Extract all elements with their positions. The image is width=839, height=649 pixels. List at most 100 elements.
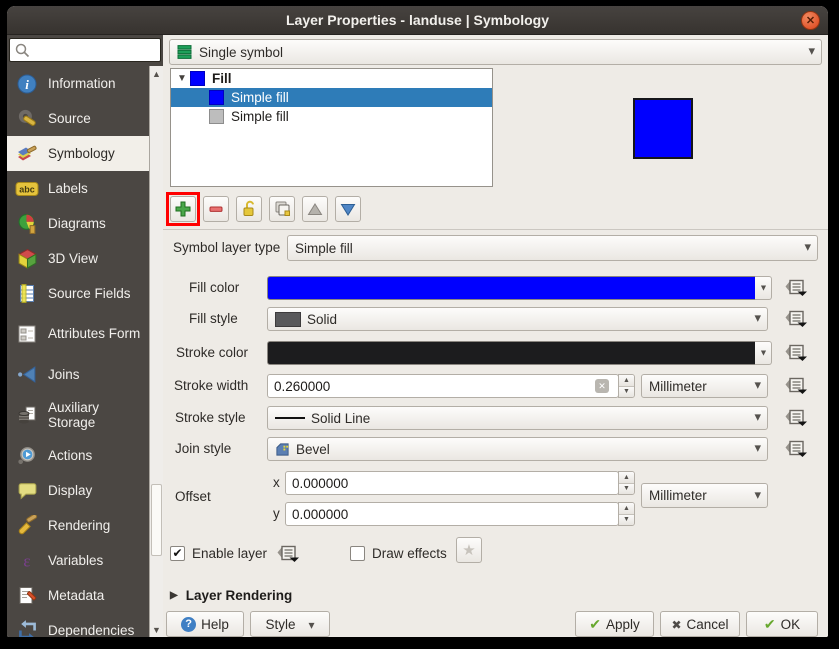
tree-row-simple-fill-2[interactable]: Simple fill — [171, 107, 492, 126]
sidebar: i Information Source Symbology abc Label… — [7, 35, 163, 637]
join-style-combo[interactable]: Bevel — [267, 437, 768, 461]
plus-icon — [174, 200, 192, 218]
sidebar-item-joins[interactable]: Joins — [7, 357, 149, 392]
stroke-width-spinner[interactable] — [618, 374, 635, 398]
help-button[interactable]: Help — [166, 611, 244, 637]
offset-x-label: x — [273, 471, 280, 495]
sidebar-item-auxiliary-storage[interactable]: Auxiliary Storage — [7, 392, 149, 438]
symbol-preview — [633, 98, 693, 159]
collapse-icon[interactable] — [174, 73, 190, 84]
scroll-up-icon[interactable] — [150, 67, 163, 80]
offset-y-spinner[interactable] — [618, 502, 635, 526]
ok-check-icon — [764, 616, 776, 633]
data-defined-override-button[interactable] — [783, 407, 808, 428]
sidebar-item-source-fields[interactable]: Source Fields — [7, 276, 149, 311]
sidebar-item-diagrams[interactable]: Diagrams — [7, 206, 149, 241]
information-icon: i — [15, 73, 39, 95]
layer-properties-dialog: Layer Properties - landuse | Symbology i… — [7, 6, 828, 637]
sidebar-item-labels[interactable]: abc Labels — [7, 171, 149, 206]
tree-row-simple-fill-1[interactable]: Simple fill — [171, 88, 492, 107]
offset-y-input[interactable] — [285, 502, 619, 526]
auxiliary-storage-icon — [15, 404, 39, 426]
enable-layer-label: Enable layer — [192, 542, 267, 566]
sidebar-item-attributes-form[interactable]: Attributes Form — [7, 311, 149, 357]
offset-label: Offset — [175, 485, 211, 509]
stroke-width-input[interactable] — [267, 374, 619, 398]
stroke-width-unit-combo[interactable]: Millimeter — [641, 374, 768, 398]
fill-color-label: Fill color — [189, 276, 239, 300]
fill-color-dropdown[interactable] — [755, 276, 772, 300]
offset-unit-combo[interactable]: Millimeter — [641, 483, 768, 508]
sidebar-scrollbar[interactable] — [149, 66, 163, 637]
stroke-color-button[interactable] — [267, 341, 756, 365]
fill-color-button[interactable] — [267, 276, 756, 300]
offset-x-input[interactable] — [285, 471, 619, 495]
down-arrow-icon — [339, 200, 357, 218]
duplicate-symbol-layer-button[interactable] — [269, 196, 295, 222]
add-symbol-layer-button[interactable] — [170, 196, 196, 222]
sidebar-item-variables[interactable]: ε Variables — [7, 543, 149, 578]
cancel-x-icon — [671, 617, 681, 632]
enable-layer-checkbox[interactable] — [170, 546, 185, 561]
cancel-button[interactable]: Cancel — [660, 611, 740, 637]
diagrams-icon — [15, 213, 39, 235]
sidebar-item-information[interactable]: i Information — [7, 66, 149, 101]
tree-row-fill[interactable]: Fill — [171, 69, 492, 88]
scroll-thumb[interactable] — [151, 484, 162, 556]
remove-symbol-layer-button[interactable] — [203, 196, 229, 222]
move-layer-up-button[interactable] — [302, 196, 328, 222]
open-lock-icon — [240, 200, 258, 218]
sidebar-item-actions[interactable]: Actions — [7, 438, 149, 473]
draw-effects-checkbox[interactable] — [350, 546, 365, 561]
symbol-swatch — [209, 90, 224, 105]
move-layer-down-button[interactable] — [335, 196, 361, 222]
symbol-swatch — [190, 71, 205, 86]
sidebar-list: i Information Source Symbology abc Label… — [7, 66, 149, 637]
sidebar-item-dependencies[interactable]: Dependencies — [7, 613, 149, 637]
lock-color-button[interactable] — [236, 196, 262, 222]
svg-text:ε: ε — [23, 552, 30, 571]
symbol-swatch — [209, 109, 224, 124]
search-input[interactable] — [9, 38, 161, 62]
apply-button[interactable]: Apply — [575, 611, 654, 637]
sidebar-item-source[interactable]: Source — [7, 101, 149, 136]
offset-x-spinner[interactable] — [618, 471, 635, 495]
stroke-style-label: Stroke style — [175, 406, 246, 430]
scroll-down-icon[interactable] — [150, 623, 163, 636]
metadata-icon — [15, 585, 39, 607]
sidebar-item-symbology[interactable]: Symbology — [7, 136, 149, 171]
titlebar: Layer Properties - landuse | Symbology — [7, 6, 828, 35]
sidebar-item-3d-view[interactable]: 3D View — [7, 241, 149, 276]
window-title: Layer Properties - landuse | Symbology — [286, 12, 549, 28]
layer-rendering-section[interactable]: Layer Rendering — [170, 588, 292, 603]
data-defined-override-button[interactable] — [783, 308, 808, 329]
close-button[interactable] — [801, 11, 820, 30]
data-defined-override-button[interactable] — [783, 375, 808, 396]
data-defined-override-button[interactable] — [275, 543, 300, 564]
sidebar-item-rendering[interactable]: Rendering — [7, 508, 149, 543]
duplicate-icon — [273, 200, 291, 218]
fill-style-swatch — [275, 312, 301, 327]
sidebar-item-display[interactable]: Display — [7, 473, 149, 508]
renderer-combo[interactable]: Single symbol — [169, 39, 822, 65]
ok-button[interactable]: OK — [746, 611, 818, 637]
search-icon — [14, 42, 30, 58]
help-icon — [181, 617, 196, 632]
data-defined-override-button[interactable] — [783, 438, 808, 459]
symbology-panel: Single symbol Fill Simple fill Simple fi… — [163, 35, 828, 637]
display-icon — [15, 480, 39, 502]
data-defined-override-button[interactable] — [783, 342, 808, 363]
stroke-style-combo[interactable]: Solid Line — [267, 406, 768, 430]
clear-icon[interactable] — [595, 379, 609, 393]
joins-icon — [15, 364, 39, 386]
customize-effects-button[interactable] — [456, 537, 482, 563]
renderer-value: Single symbol — [199, 45, 283, 60]
single-symbol-icon — [177, 44, 193, 60]
bevel-join-icon — [275, 442, 290, 457]
fill-style-combo[interactable]: Solid — [267, 307, 768, 331]
symbol-layer-type-combo[interactable]: Simple fill — [287, 235, 818, 261]
sidebar-item-metadata[interactable]: Metadata — [7, 578, 149, 613]
style-button[interactable]: Style — [250, 611, 330, 637]
stroke-color-dropdown[interactable] — [755, 341, 772, 365]
data-defined-override-button[interactable] — [783, 277, 808, 298]
